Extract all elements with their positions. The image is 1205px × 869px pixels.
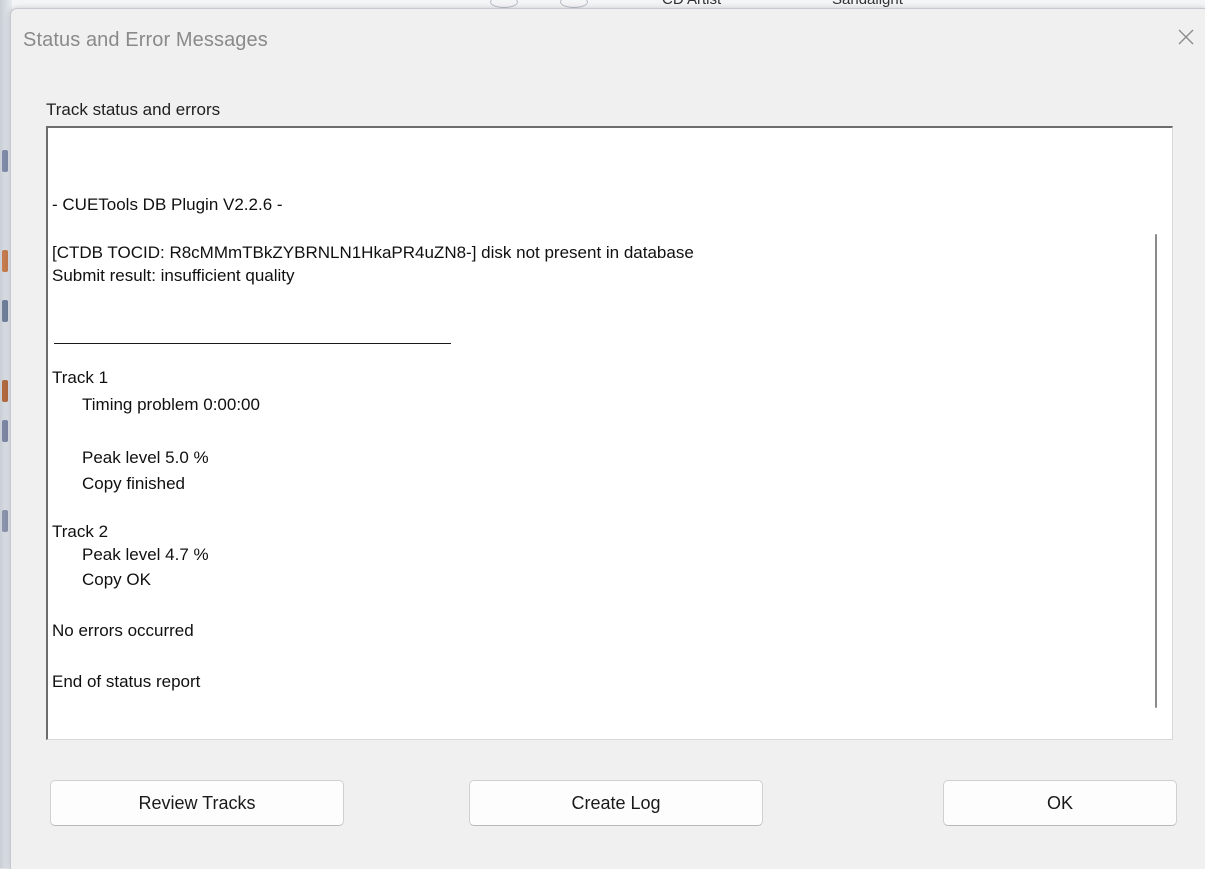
- background-decoration: [2, 420, 8, 442]
- background-decoration: [490, 0, 518, 8]
- end-line: End of status report: [52, 672, 201, 691]
- background-decoration: [2, 250, 8, 272]
- track-1-status: Copy finished: [82, 474, 186, 493]
- background-decoration: [2, 150, 8, 172]
- create-log-button[interactable]: Create Log: [469, 780, 763, 826]
- background-decoration: [560, 0, 588, 8]
- status-log[interactable]: - CUETools DB Plugin V2.2.6 - [CTDB TOCI…: [46, 126, 1173, 740]
- separator-line: [54, 343, 451, 344]
- vertical-scrollbar[interactable]: [1150, 128, 1164, 739]
- dialog-title: Status and Error Messages: [23, 29, 268, 51]
- track-2-status: Copy OK: [82, 570, 151, 589]
- summary-line: No errors occurred: [52, 621, 194, 640]
- status-dialog: Status and Error Messages Track status a…: [10, 8, 1205, 869]
- status-log-content: - CUETools DB Plugin V2.2.6 - [CTDB TOCI…: [52, 128, 1132, 739]
- track-2-title: Track 2: [52, 522, 109, 541]
- close-button[interactable]: [1166, 17, 1205, 57]
- track-1-timing: Timing problem 0:00:00: [82, 395, 260, 414]
- background-decoration: [2, 380, 8, 402]
- scrollbar-thumb[interactable]: [1155, 234, 1157, 708]
- background-decoration: [2, 300, 8, 322]
- background-column-artist: CD Artist: [662, 0, 721, 8]
- ok-button[interactable]: OK: [943, 780, 1177, 826]
- ctdb-line: [CTDB TOCID: R8cMMmTBkZYBRNLN1HkaPR4uZN8…: [52, 243, 694, 262]
- submit-line: Submit result: insufficient quality: [52, 266, 295, 285]
- track-2-peak: Peak level 4.7 %: [82, 545, 209, 564]
- close-icon: [1178, 29, 1194, 45]
- track-1-title: Track 1: [52, 368, 109, 387]
- background-column-title: Sandalight: [832, 0, 903, 8]
- review-tracks-button[interactable]: Review Tracks: [50, 780, 344, 826]
- track-1-peak: Peak level 5.0 %: [82, 448, 209, 467]
- background-decoration: [2, 510, 8, 532]
- group-label: Track status and errors: [46, 100, 221, 119]
- title-bar[interactable]: Status and Error Messages: [11, 9, 1205, 69]
- plugin-line: - CUETools DB Plugin V2.2.6 -: [52, 195, 283, 214]
